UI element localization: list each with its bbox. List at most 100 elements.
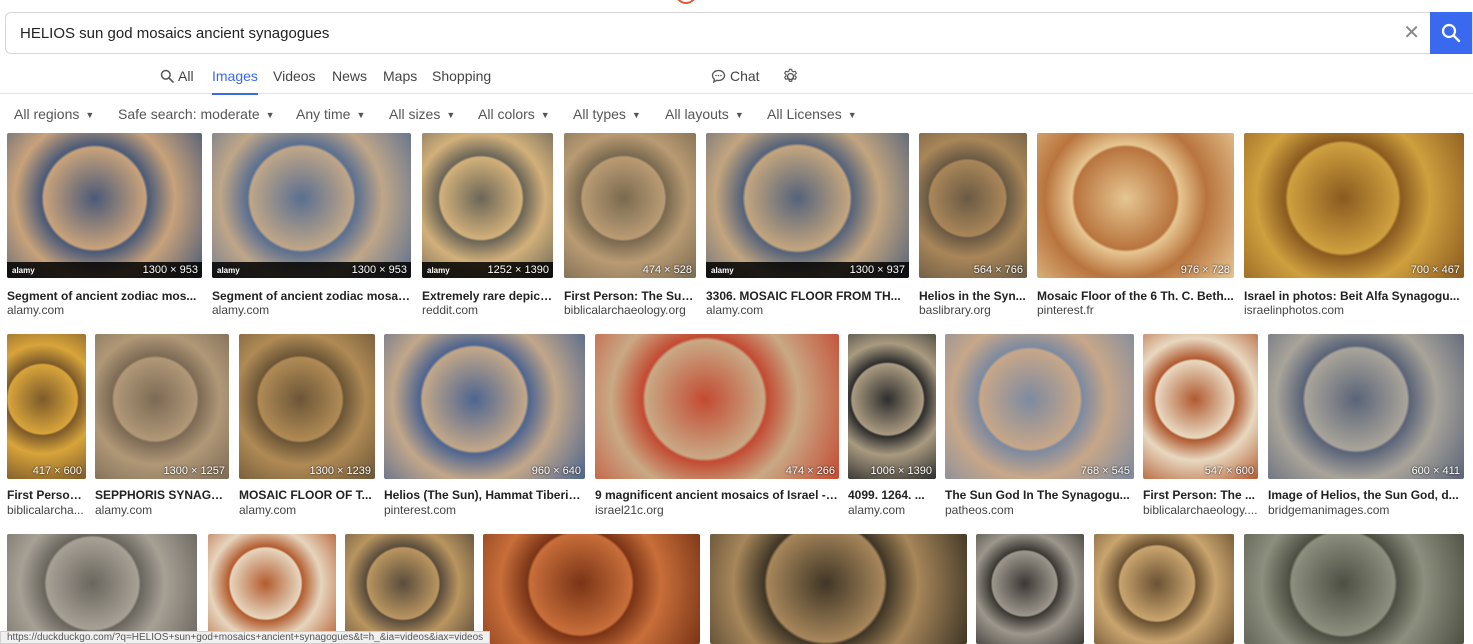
filter-colors[interactable]: All colors ▼: [478, 106, 550, 122]
result-title[interactable]: Extremely rare depict...: [422, 289, 553, 303]
result-title[interactable]: Helios (The Sun), Hammat Tiberia...: [384, 488, 585, 502]
result-title[interactable]: The Sun God In The Synagogu...: [945, 488, 1134, 502]
image-result[interactable]: 700 × 467 Israel in photos: Beit Alfa Sy…: [1244, 133, 1464, 318]
result-domain[interactable]: biblicalarcha...: [7, 503, 86, 517]
result-domain[interactable]: alamy.com: [95, 503, 229, 517]
settings-button[interactable]: [782, 68, 799, 85]
result-thumbnail[interactable]: 564 × 766: [919, 133, 1027, 278]
result-thumbnail[interactable]: [710, 534, 967, 644]
image-result[interactable]: alamy 1300 × 937 3306. MOSAIC FLOOR FROM …: [706, 133, 909, 318]
image-result[interactable]: 417 × 600 First Person... biblicalarcha.…: [7, 334, 86, 519]
image-result[interactable]: 1300 × 1239 MOSAIC FLOOR OF T... alamy.c…: [239, 334, 375, 519]
search-button[interactable]: [1430, 12, 1472, 54]
result-thumbnail[interactable]: 600 × 411: [1268, 334, 1464, 479]
result-title[interactable]: Segment of ancient zodiac mos...: [7, 289, 202, 303]
result-title[interactable]: 9 magnificent ancient mosaics of Israel …: [595, 488, 839, 502]
image-result[interactable]: 547 × 600 First Person: The ... biblical…: [1143, 334, 1258, 519]
tab-images[interactable]: Images: [212, 68, 258, 95]
result-thumbnail[interactable]: 474 × 266: [595, 334, 839, 479]
result-domain[interactable]: biblicalarchaeology....: [1143, 503, 1258, 517]
tab-news[interactable]: News: [332, 68, 367, 84]
tab-all[interactable]: All: [160, 68, 194, 84]
image-result[interactable]: 600 × 411 Image of Helios, the Sun God, …: [1268, 334, 1464, 519]
image-result[interactable]: [976, 534, 1084, 644]
result-thumbnail[interactable]: alamy 1300 × 937: [706, 133, 909, 278]
result-title[interactable]: Israel in photos: Beit Alfa Synagogu...: [1244, 289, 1464, 303]
result-thumbnail[interactable]: alamy 1300 × 953: [212, 133, 411, 278]
result-thumbnail[interactable]: [208, 534, 336, 644]
result-domain[interactable]: alamy.com: [212, 303, 411, 317]
result-domain[interactable]: patheos.com: [945, 503, 1134, 517]
result-thumbnail[interactable]: [345, 534, 474, 644]
image-result[interactable]: 564 × 766 Helios in the Syn... baslibrar…: [919, 133, 1027, 318]
image-result[interactable]: alamy 1252 × 1390 Extremely rare depict..…: [422, 133, 553, 318]
result-title[interactable]: MOSAIC FLOOR OF T...: [239, 488, 375, 502]
result-thumbnail[interactable]: 960 × 640: [384, 334, 585, 479]
result-thumbnail[interactable]: 976 × 728: [1037, 133, 1234, 278]
result-domain[interactable]: alamy.com: [848, 503, 936, 517]
result-thumbnail[interactable]: 700 × 467: [1244, 133, 1464, 278]
image-result[interactable]: 474 × 528 First Person: The Sun... bibli…: [564, 133, 696, 318]
filter-layouts[interactable]: All layouts ▼: [665, 106, 744, 122]
result-domain[interactable]: reddit.com: [422, 303, 553, 317]
result-title[interactable]: First Person...: [7, 488, 86, 502]
image-result[interactable]: alamy 1300 × 953 Segment of ancient zodia…: [212, 133, 411, 318]
result-thumbnail[interactable]: 417 × 600: [7, 334, 86, 479]
image-result[interactable]: 960 × 640 Helios (The Sun), Hammat Tiber…: [384, 334, 585, 519]
result-title[interactable]: Segment of ancient zodiac mosai...: [212, 289, 411, 303]
result-thumbnail[interactable]: 1300 × 1239: [239, 334, 375, 479]
result-thumbnail[interactable]: alamy 1252 × 1390: [422, 133, 553, 278]
tab-videos[interactable]: Videos: [273, 68, 316, 84]
result-thumbnail[interactable]: 474 × 528: [564, 133, 696, 278]
filter-sizes[interactable]: All sizes ▼: [389, 106, 455, 122]
result-title[interactable]: 4099. 1264. ...: [848, 488, 936, 502]
result-domain[interactable]: baslibrary.org: [919, 303, 1027, 317]
result-title[interactable]: Image of Helios, the Sun God, d...: [1268, 488, 1464, 502]
result-domain[interactable]: bridgemanimages.com: [1268, 503, 1464, 517]
result-title[interactable]: Helios in the Syn...: [919, 289, 1027, 303]
result-thumbnail[interactable]: [1094, 534, 1234, 644]
result-thumbnail[interactable]: 547 × 600: [1143, 334, 1258, 479]
image-result[interactable]: [483, 534, 700, 644]
result-thumbnail[interactable]: [7, 534, 197, 644]
result-thumbnail[interactable]: [976, 534, 1084, 644]
image-result[interactable]: 768 × 545 The Sun God In The Synagogu...…: [945, 334, 1134, 519]
duckduckgo-logo[interactable]: [675, 0, 697, 4]
filter-licenses[interactable]: All Licenses ▼: [767, 106, 857, 122]
result-domain[interactable]: pinterest.fr: [1037, 303, 1234, 317]
result-thumbnail[interactable]: alamy 1300 × 953: [7, 133, 202, 278]
result-thumbnail[interactable]: 1006 × 1390: [848, 334, 936, 479]
filter-safe-search[interactable]: Safe search: moderate ▼: [118, 106, 275, 122]
search-input[interactable]: HELIOS sun god mosaics ancient synagogue…: [20, 25, 329, 42]
image-result[interactable]: [710, 534, 967, 644]
result-domain[interactable]: alamy.com: [239, 503, 375, 517]
result-thumbnail[interactable]: 768 × 545: [945, 334, 1134, 479]
image-result[interactable]: 1006 × 1390 4099. 1264. ... alamy.com: [848, 334, 936, 519]
filter-regions[interactable]: All regions ▼: [14, 106, 94, 122]
result-domain[interactable]: alamy.com: [706, 303, 909, 317]
image-result[interactable]: 474 × 266 9 magnificent ancient mosaics …: [595, 334, 839, 519]
image-result[interactable]: 1300 × 1257 SEPPHORIS SYNAGO... alamy.co…: [95, 334, 229, 519]
result-title[interactable]: First Person: The ...: [1143, 488, 1258, 502]
result-domain[interactable]: biblicalarchaeology.org: [564, 303, 696, 317]
image-result[interactable]: alamy 1300 × 953 Segment of ancient zodia…: [7, 133, 202, 318]
clear-search-button[interactable]: ✕: [1403, 21, 1420, 45]
result-thumbnail[interactable]: 1300 × 1257: [95, 334, 229, 479]
result-domain[interactable]: alamy.com: [7, 303, 202, 317]
image-result[interactable]: [345, 534, 474, 644]
result-domain[interactable]: israel21c.org: [595, 503, 839, 517]
filter-time[interactable]: Any time ▼: [296, 106, 365, 122]
result-thumbnail[interactable]: [483, 534, 700, 644]
image-result[interactable]: 976 × 728 Mosaic Floor of the 6 Th. C. B…: [1037, 133, 1234, 318]
tab-shopping[interactable]: Shopping: [432, 68, 491, 84]
image-result[interactable]: [1094, 534, 1234, 644]
result-title[interactable]: Mosaic Floor of the 6 Th. C. Beth...: [1037, 289, 1234, 303]
chat-button[interactable]: Chat: [711, 68, 760, 84]
result-title[interactable]: 3306. MOSAIC FLOOR FROM TH...: [706, 289, 909, 303]
image-result[interactable]: [208, 534, 336, 644]
filter-types[interactable]: All types ▼: [573, 106, 641, 122]
result-domain[interactable]: israelinphotos.com: [1244, 303, 1464, 317]
image-result[interactable]: [1244, 534, 1464, 644]
tab-maps[interactable]: Maps: [383, 68, 417, 84]
image-result[interactable]: [7, 534, 197, 644]
